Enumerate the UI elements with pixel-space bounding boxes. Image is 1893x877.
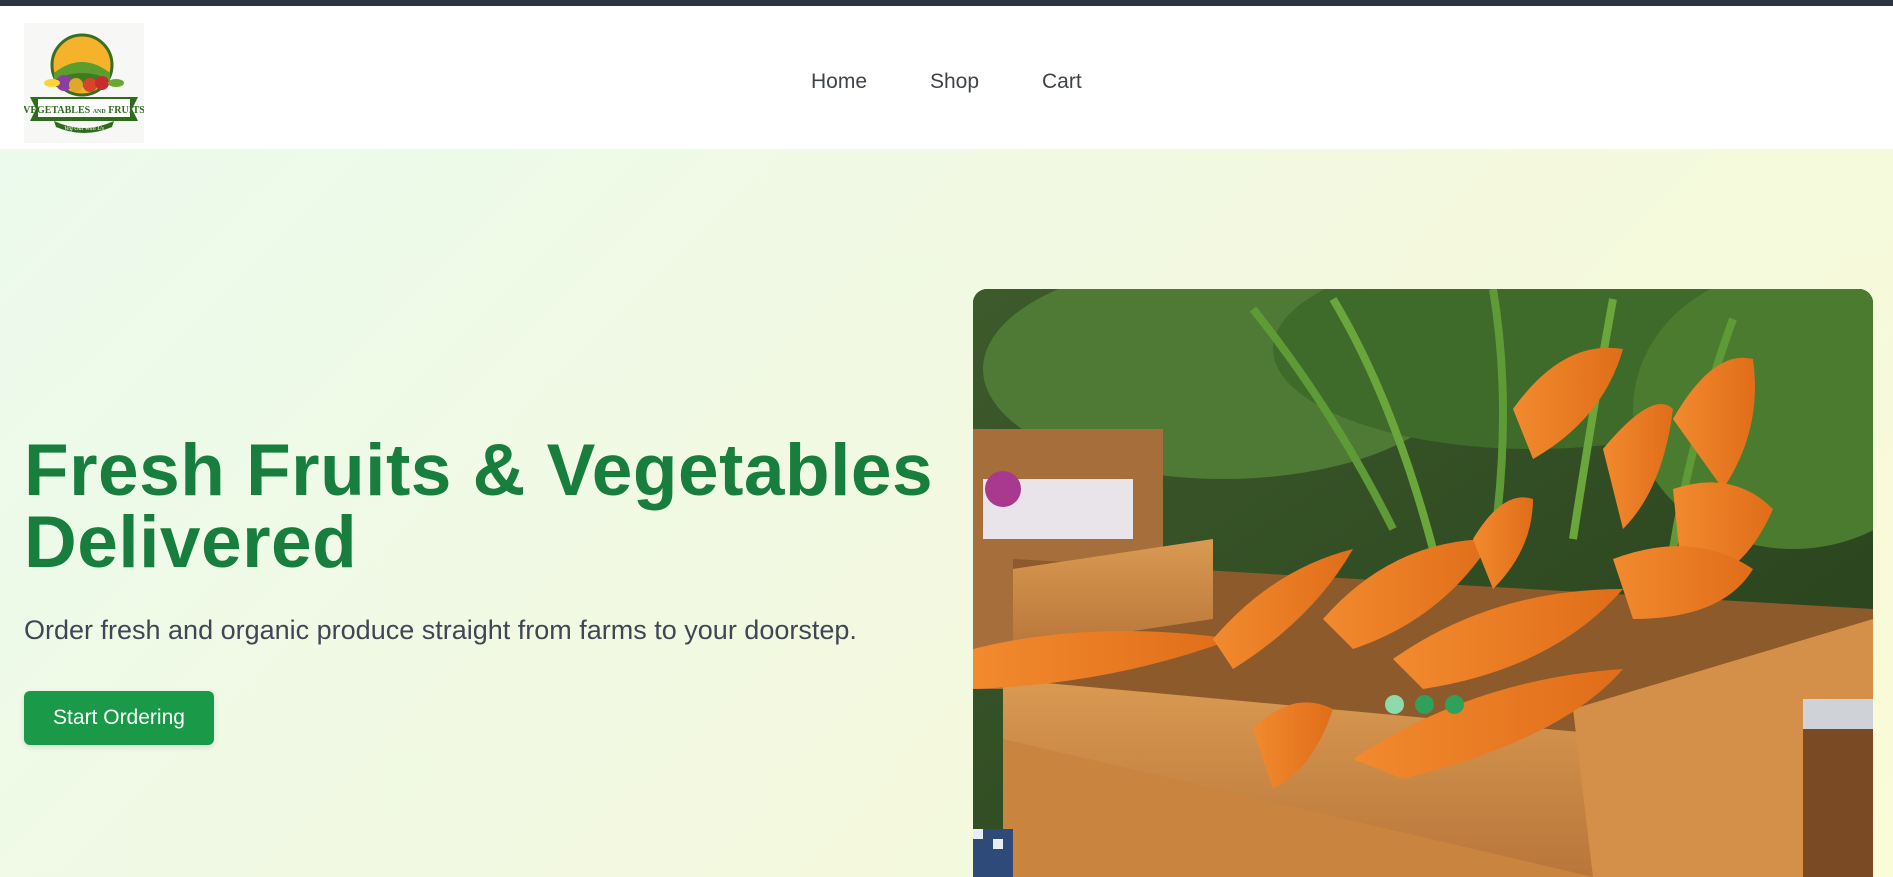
nav-link-home[interactable]: Home	[811, 66, 867, 98]
nav-link-shop[interactable]: Shop	[930, 66, 979, 98]
hero-title: Fresh Fruits & Vegetables Delivered	[24, 430, 974, 583]
hero-subtitle: Order fresh and organic produce straight…	[24, 615, 857, 645]
carousel-indicators	[1385, 695, 1465, 717]
logo-wordmark: VEGETABLES AND FRUITS	[24, 105, 144, 116]
site-header: VEGETABLES AND FRUITS Veg Out With Us Ho…	[0, 6, 1893, 149]
nav-link-cart[interactable]: Cart	[1042, 66, 1082, 98]
carrots-in-crate-photo	[973, 289, 1873, 877]
start-ordering-button[interactable]: Start Ordering	[24, 691, 214, 745]
carousel-dot-3[interactable]	[1445, 695, 1464, 714]
hero-title-line-1: Fresh Fruits & Vegetables	[24, 430, 934, 511]
main-nav: Home Shop Cart	[0, 66, 1893, 98]
carousel-dot-2[interactable]	[1415, 695, 1434, 714]
carousel-dot-1[interactable]	[1385, 695, 1404, 714]
hero-title-line-2: Delivered	[24, 502, 358, 583]
logo-tagline: Veg Out With Us	[64, 126, 104, 132]
hero-carousel-image[interactable]	[973, 289, 1873, 877]
hero-section: Fresh Fruits & Vegetables Delivered Orde…	[0, 149, 1893, 877]
